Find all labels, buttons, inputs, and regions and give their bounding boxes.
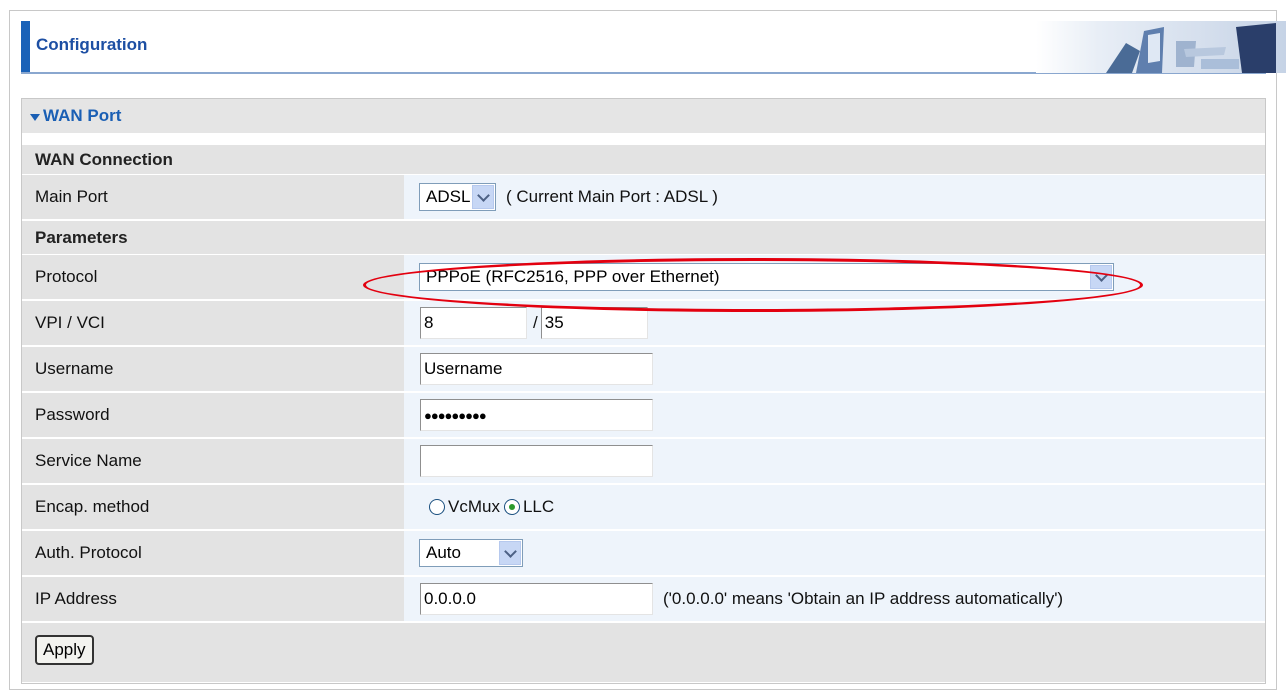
chevron-down-icon[interactable] [472,185,494,209]
auth-protocol-value: Auto [426,543,461,562]
collapse-triangle-icon[interactable] [30,113,40,121]
main-port-value: ADSL [426,187,471,206]
wan-port-header[interactable]: WAN Port [22,99,1265,134]
vpi-vci-row: VPI / VCI 8 / 35 [22,301,1265,346]
main-port-row: Main Port ADSL ( Current Main Port : ADS… [22,175,1265,220]
protocol-row: Protocol PPPoE (RFC2516, PPP over Ethern… [22,255,1265,300]
current-main-port-note: ( Current Main Port : ADSL ) [506,187,718,206]
encap-method-control: VcMux LLC [429,485,554,529]
auth-protocol-control: Auto [419,531,523,575]
protocol-label: Protocol [35,267,98,286]
ip-address-label: IP Address [35,589,117,608]
service-name-input[interactable] [420,445,653,477]
llc-label: LLC [522,497,555,516]
header-accent-bar [21,21,30,73]
ip-address-row: IP Address 0.0.0.0 ('0.0.0.0' means 'Obt… [22,577,1265,622]
chevron-down-icon[interactable] [1090,265,1112,289]
username-label: Username [35,359,114,378]
vpi-vci-separator: / [533,313,538,332]
protocol-select[interactable]: PPPoE (RFC2516, PPP over Ethernet) [419,263,1114,291]
parameters-group: Parameters [22,221,1265,255]
service-name-row: Service Name [22,439,1265,484]
password-label: Password [35,405,110,424]
service-name-label: Service Name [35,451,142,470]
service-name-control [420,439,653,483]
encap-method-row: Encap. method VcMux LLC [22,485,1265,530]
vcmux-radio[interactable] [429,499,445,515]
wan-connection-group: WAN Connection [22,145,1265,175]
llc-radio[interactable] [503,499,520,515]
chevron-down-icon[interactable] [499,541,521,565]
protocol-control: PPPoE (RFC2516, PPP over Ethernet) [419,255,1114,299]
wan-port-title: WAN Port [30,99,121,133]
vpi-input[interactable]: 8 [420,307,527,339]
username-control: Username [420,347,653,391]
config-header: Configuration [21,21,1286,74]
main-port-select[interactable]: ADSL [419,183,496,211]
password-control: ●●●●●●●●● [420,393,653,437]
wan-port-panel: WAN Port WAN Connection Main Port ADSL (… [21,98,1266,684]
wan-port-title-text: WAN Port [43,106,122,125]
password-input[interactable]: ●●●●●●●●● [420,399,653,431]
page-title: Configuration [36,35,148,54]
vpi-vci-label: VPI / VCI [35,313,105,332]
auth-protocol-row: Auth. Protocol Auto [22,531,1265,576]
ip-address-hint: ('0.0.0.0' means 'Obtain an IP address a… [663,589,1064,608]
apply-button[interactable]: Apply [35,635,94,665]
username-input[interactable]: Username [420,353,653,385]
actions-row: Apply [22,623,1265,683]
vcmux-label: VcMux [448,497,500,516]
username-row: Username Username [22,347,1265,392]
office-photo-banner-icon [1036,21,1286,73]
auth-protocol-select[interactable]: Auto [419,539,523,567]
ip-address-input[interactable]: 0.0.0.0 [420,583,653,615]
main-port-control: ADSL ( Current Main Port : ADSL ) [419,175,718,219]
password-row: Password ●●●●●●●●● [22,393,1265,438]
ip-address-control: 0.0.0.0 ('0.0.0.0' means 'Obtain an IP a… [420,577,1063,621]
vpi-vci-control: 8 / 35 [420,301,648,345]
vci-input[interactable]: 35 [540,307,648,339]
main-port-label: Main Port [35,187,108,206]
wan-connection-label: WAN Connection [35,149,173,169]
encap-method-label: Encap. method [35,497,150,516]
auth-protocol-label: Auth. Protocol [35,543,142,562]
protocol-value: PPPoE (RFC2516, PPP over Ethernet) [426,267,720,286]
parameters-label: Parameters [35,227,128,247]
